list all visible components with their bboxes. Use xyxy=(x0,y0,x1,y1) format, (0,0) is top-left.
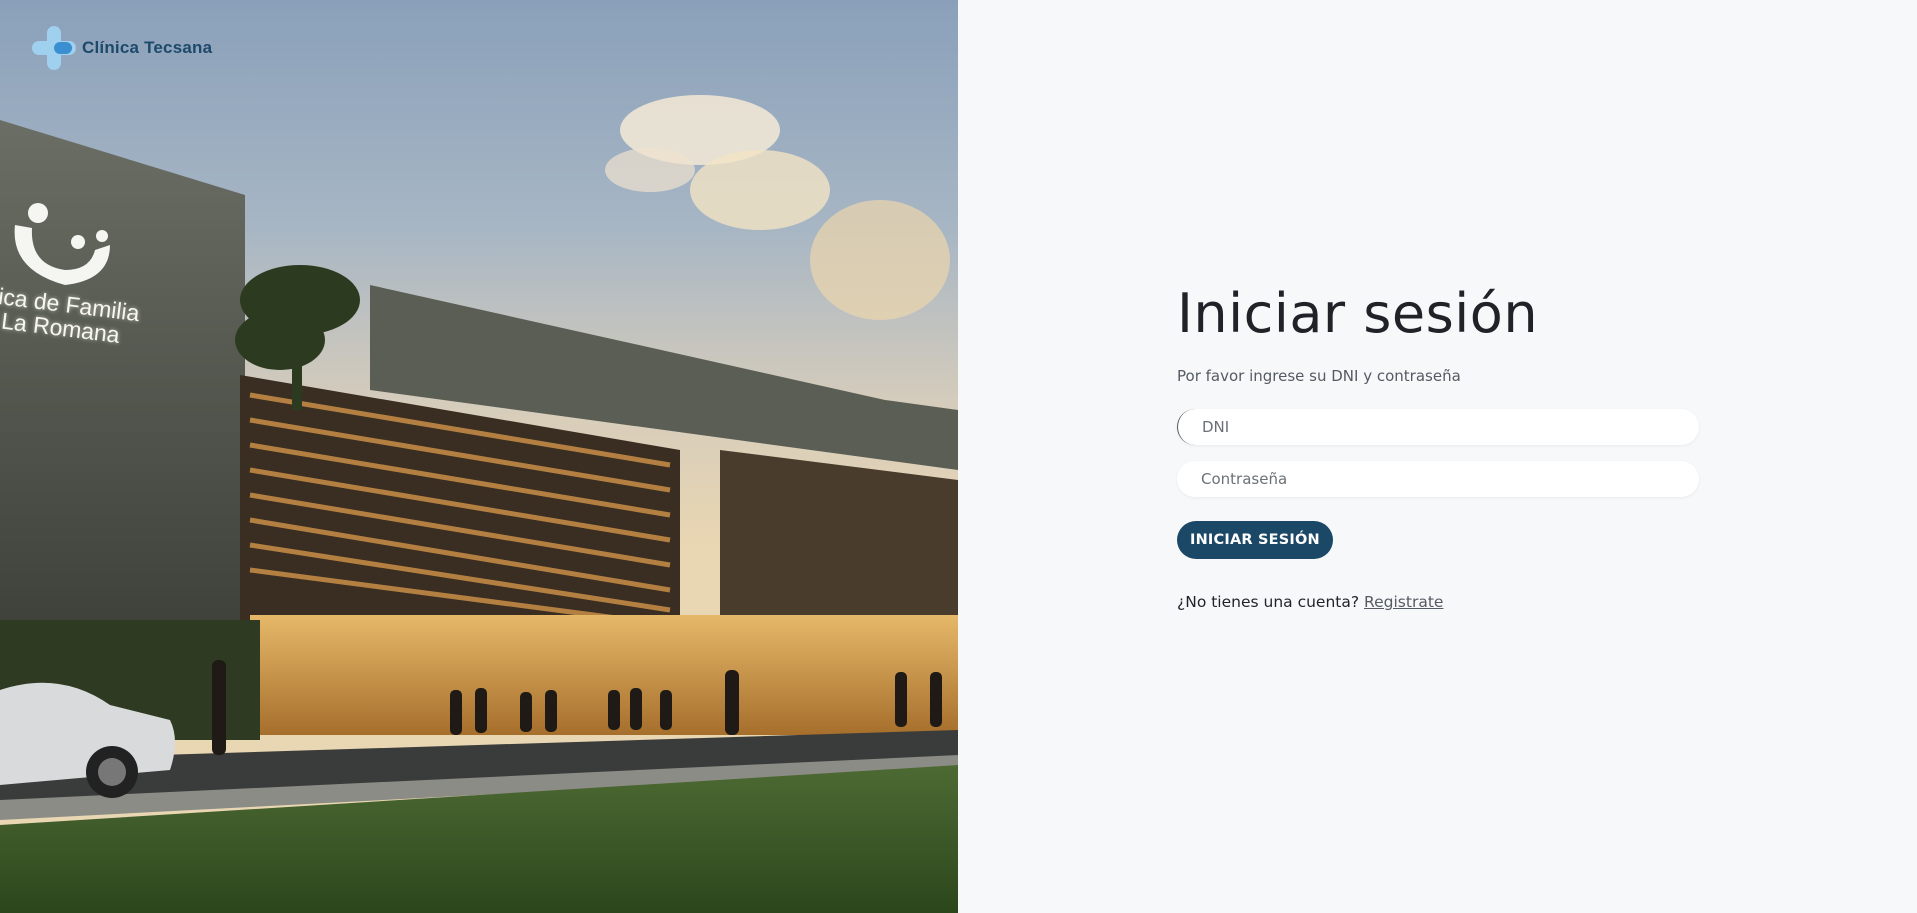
login-form: Iniciar sesión Por favor ingrese su DNI … xyxy=(1177,283,1699,611)
cross-logo-icon xyxy=(32,26,76,70)
hero-image: ica de Familia La Romana Clínica Tecsana xyxy=(0,0,958,913)
brand-name: Clínica Tecsana xyxy=(82,38,213,57)
no-account-text: ¿No tienes una cuenta? xyxy=(1177,593,1360,611)
page-title: Iniciar sesión xyxy=(1177,282,1539,345)
login-subtitle: Por favor ingrese su DNI y contraseña xyxy=(1177,367,1461,385)
clinic-building-illustration xyxy=(0,0,958,913)
register-prompt: ¿No tienes una cuenta? Registrate xyxy=(1177,593,1699,611)
register-link[interactable]: Registrate xyxy=(1364,593,1443,611)
password-input[interactable] xyxy=(1177,461,1699,497)
brand-logo[interactable]: Clínica Tecsana xyxy=(32,26,212,70)
login-panel: Iniciar sesión Por favor ingrese su DNI … xyxy=(958,0,1917,913)
dni-input[interactable] xyxy=(1177,409,1699,445)
login-button[interactable]: INICIAR SESIÓN xyxy=(1177,521,1333,559)
